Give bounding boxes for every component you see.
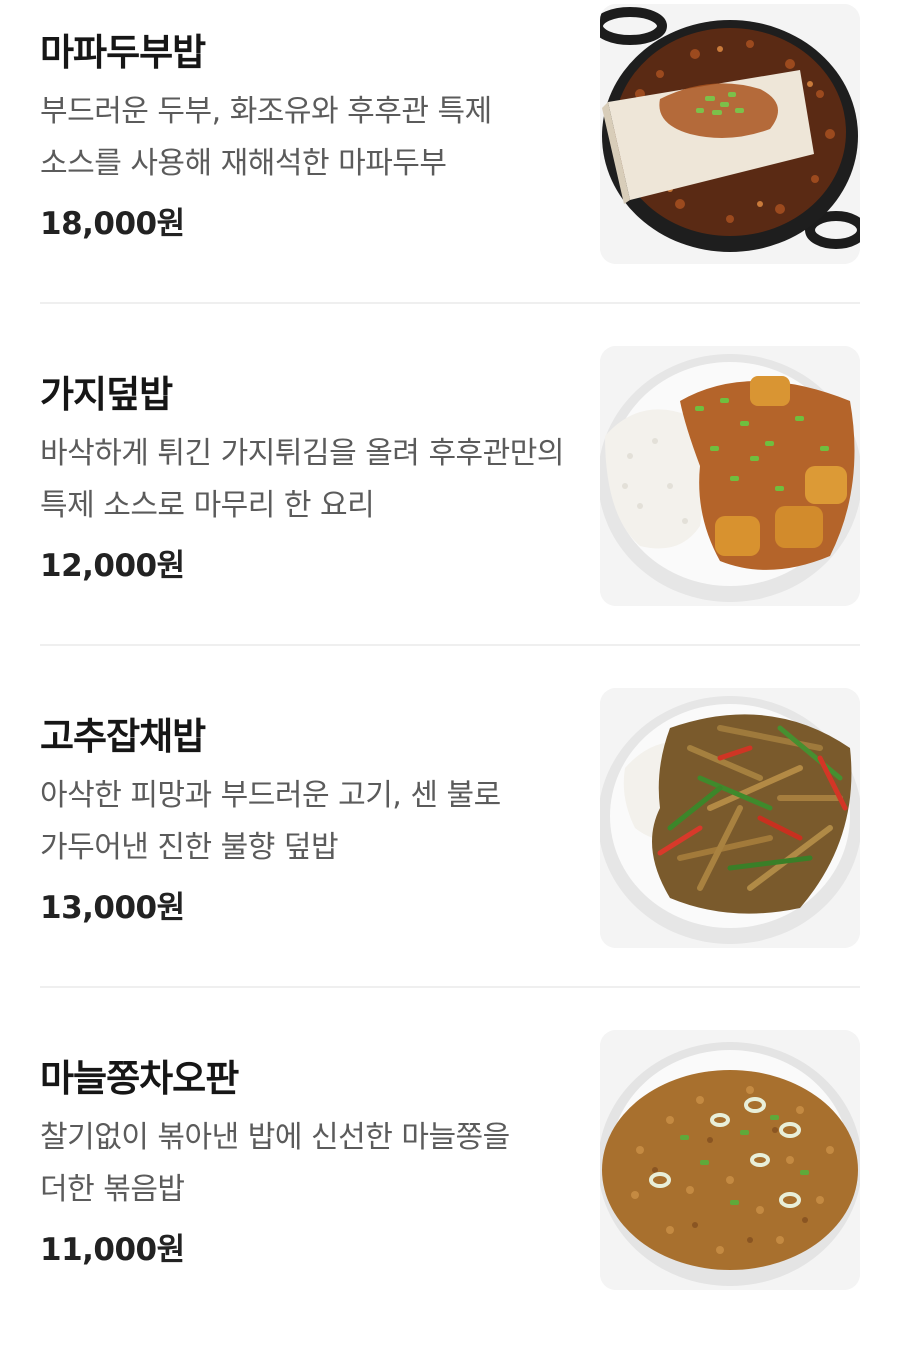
menu-item-garlic-scape-fried-rice[interactable]: 마늘쫑차오판 찰기없이 볶아낸 밥에 신선한 마늘쫑을 더한 볶음밥 11,00… [0,1026,900,1368]
menu-item-name: 마늘쫑차오판 [40,1057,239,1100]
menu-item-mapo-tofu-rice[interactable]: 마파두부밥 부드러운 두부, 화조유와 후후관 특제 소스를 사용해 재해석한 … [0,0,900,342]
mapo-tofu-skillet-icon [600,4,860,264]
pepper-japchae-rice-plate-icon [600,688,860,948]
menu-item-description: 바삭하게 튀긴 가지튀김을 올려 후후관만의 특제 소스로 마무리 한 요리 [40,436,564,523]
divider [40,302,860,304]
pepper-japchae-rice-photo[interactable] [600,688,860,948]
garlic-scape-fried-rice-photo[interactable] [600,1030,860,1290]
menu-item-description: 부드러운 두부, 화조유와 후후관 특제 소스를 사용해 재해석한 마파두부 [40,94,492,181]
divider [40,644,860,646]
menu-item-name: 고추잡채밥 [40,715,206,758]
menu-item-description: 아삭한 피망과 부드러운 고기, 센 불로 가두어낸 진한 불향 덮밥 [40,778,501,865]
menu-list: 마파두부밥 부드러운 두부, 화조유와 후후관 특제 소스를 사용해 재해석한 … [0,0,900,1320]
menu-item-price: 18,000원 [40,206,185,242]
menu-item-name: 마파두부밥 [40,31,206,74]
divider [40,986,860,988]
menu-item-eggplant-rice[interactable]: 가지덮밥 바삭하게 튀긴 가지튀김을 올려 후후관만의 특제 소스로 마무리 한… [0,342,900,684]
garlic-scape-fried-rice-plate-icon [600,1030,860,1290]
menu-item-description: 찰기없이 볶아낸 밥에 신선한 마늘쫑을 더한 볶음밥 [40,1120,510,1207]
menu-item-name: 가지덮밥 [40,373,173,416]
menu-item-price: 13,000원 [40,890,185,926]
eggplant-rice-photo[interactable] [600,346,860,606]
menu-item-price: 12,000원 [40,548,185,584]
mapo-tofu-photo[interactable] [600,4,860,264]
menu-item-pepper-japchae-rice[interactable]: 고추잡채밥 아삭한 피망과 부드러운 고기, 센 불로 가두어낸 진한 불향 덮… [0,684,900,1026]
eggplant-rice-plate-icon [600,346,860,606]
menu-item-price: 11,000원 [40,1232,185,1268]
